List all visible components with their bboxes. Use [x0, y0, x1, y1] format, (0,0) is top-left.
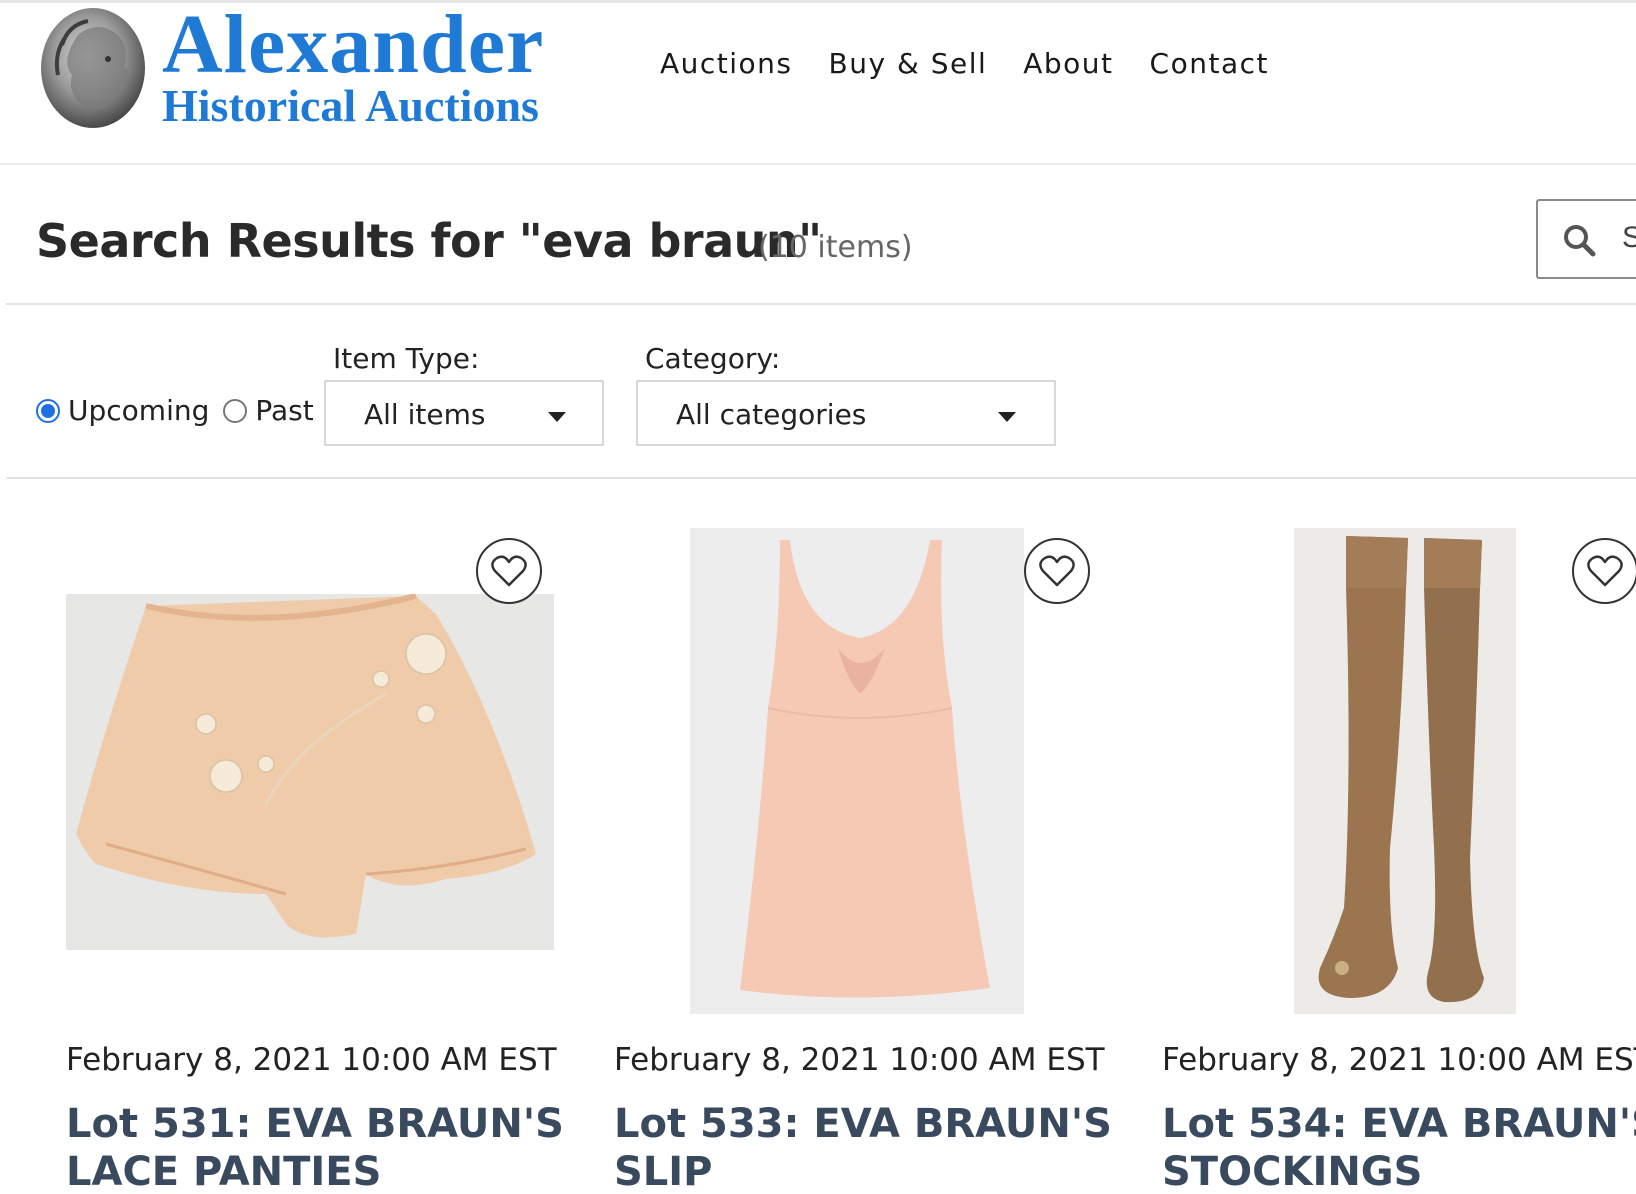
- category-label: Category:: [645, 342, 781, 375]
- results-count: (10 items): [758, 230, 913, 265]
- favorite-button[interactable]: [476, 538, 542, 604]
- chevron-down-icon: [548, 412, 566, 422]
- search-icon: [1564, 225, 1596, 257]
- brand-subtitle[interactable]: Historical Auctions: [162, 83, 539, 129]
- time-filter: Upcoming Past: [36, 394, 328, 427]
- nav-contact[interactable]: Contact: [1150, 47, 1269, 80]
- lot-card[interactable]: February 8, 2021 10:00 AM EST Lot 531: E…: [66, 520, 586, 1194]
- site-header: Alexander Historical Auctions Auctions B…: [0, 3, 1636, 165]
- search-input[interactable]: S: [1536, 199, 1636, 279]
- lot-date: February 8, 2021 10:00 AM EST: [66, 1042, 557, 1078]
- coin-logo-icon[interactable]: [38, 5, 148, 131]
- heart-icon: [491, 555, 527, 587]
- panties-image: [76, 594, 536, 938]
- lot-photo[interactable]: [66, 594, 554, 950]
- divider: [6, 303, 1636, 305]
- lot-photo[interactable]: [1294, 528, 1516, 1014]
- heart-icon: [1587, 555, 1623, 587]
- category-select[interactable]: All categories: [636, 380, 1056, 446]
- search-placeholder: S: [1622, 221, 1636, 254]
- chevron-down-icon: [998, 412, 1016, 422]
- stockings-image: [1318, 536, 1484, 1003]
- main-nav: Auctions Buy & Sell About Contact: [660, 47, 1269, 80]
- radio-past-label[interactable]: Past: [255, 394, 313, 427]
- radio-past[interactable]: [223, 398, 248, 423]
- item-type-value: All items: [364, 398, 486, 431]
- lot-photo[interactable]: [690, 528, 1024, 1014]
- lot-title[interactable]: Lot 534: EVA BRAUN'S STOCKINGS: [1162, 1100, 1636, 1194]
- brand-name[interactable]: Alexander: [162, 3, 544, 87]
- item-type-label: Item Type:: [333, 342, 480, 375]
- radio-upcoming[interactable]: [36, 398, 60, 423]
- nav-about[interactable]: About: [1023, 47, 1113, 80]
- page-title: Search Results for "eva braun": [36, 214, 822, 268]
- lot-date: February 8, 2021 10:00 AM EST: [1162, 1042, 1636, 1078]
- lot-title[interactable]: Lot 533: EVA BRAUN'S SLIP: [614, 1100, 1134, 1194]
- item-type-select[interactable]: All items: [324, 380, 604, 446]
- heart-icon: [1039, 555, 1075, 587]
- nav-buy-sell[interactable]: Buy & Sell: [829, 47, 988, 80]
- lot-card[interactable]: February 8, 2021 10:00 AM EST Lot 533: E…: [614, 520, 1134, 1194]
- favorite-button[interactable]: [1024, 538, 1090, 604]
- divider: [6, 477, 1636, 479]
- lot-card[interactable]: February 8, 2021 10:00 AM EST Lot 534: E…: [1162, 520, 1636, 1194]
- lot-title[interactable]: Lot 531: EVA BRAUN'S LACE PANTIES: [66, 1100, 586, 1194]
- nav-auctions[interactable]: Auctions: [660, 47, 793, 80]
- slip-image: [740, 540, 990, 998]
- lot-date: February 8, 2021 10:00 AM EST: [614, 1042, 1105, 1078]
- category-value: All categories: [676, 398, 867, 431]
- radio-upcoming-label[interactable]: Upcoming: [68, 394, 209, 427]
- favorite-button[interactable]: [1572, 538, 1636, 604]
